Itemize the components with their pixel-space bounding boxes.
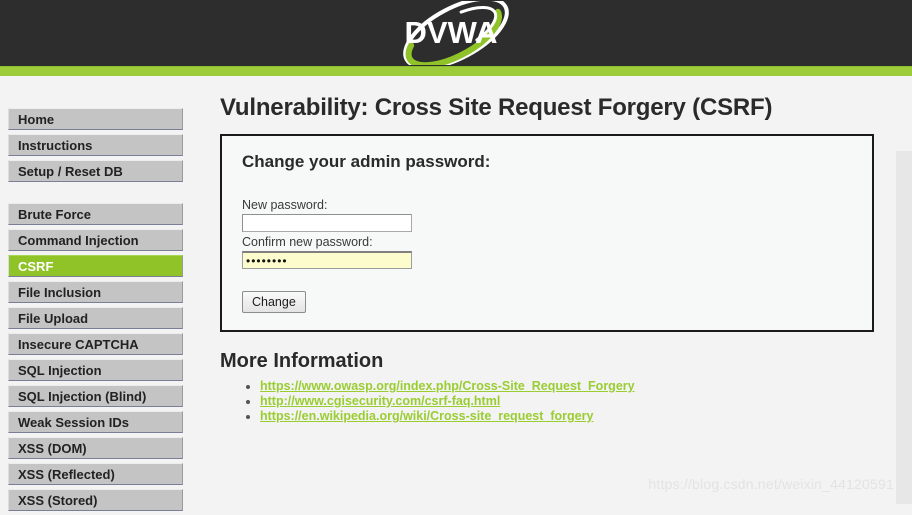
logo-container: DVWA	[0, 0, 912, 66]
more-information-heading: More Information	[220, 350, 384, 372]
sidebar-item-sql-injection[interactable]: SQL Injection	[8, 359, 183, 381]
sidebar-group-general: Home Instructions Setup / Reset DB	[8, 108, 183, 182]
page-title: Vulnerability: Cross Site Request Forger…	[220, 94, 773, 121]
sidebar-item-file-upload[interactable]: File Upload	[8, 307, 183, 329]
sidebar-nav: Home Instructions Setup / Reset DB Brute…	[8, 108, 183, 515]
sidebar-item-xss-stored[interactable]: XSS (Stored)	[8, 489, 183, 511]
page-scrollbar[interactable]	[896, 151, 912, 504]
sidebar-item-home[interactable]: Home	[8, 108, 183, 130]
change-password-form: New password: Confirm new password: Chan…	[240, 198, 854, 313]
link-owasp-csrf[interactable]: https://www.owasp.org/index.php/Cross-Si…	[260, 379, 635, 393]
sidebar-item-sql-injection-blind[interactable]: SQL Injection (Blind)	[8, 385, 183, 407]
logo-wordmark: DVWA	[405, 15, 498, 50]
list-item: http://www.cgisecurity.com/csrf-faq.html	[260, 394, 874, 408]
form-heading: Change your admin password:	[242, 152, 491, 171]
confirm-password-input[interactable]	[242, 251, 412, 269]
sidebar-item-file-inclusion[interactable]: File Inclusion	[8, 281, 183, 303]
new-password-input[interactable]	[242, 214, 412, 232]
sidebar-item-insecure-captcha[interactable]: Insecure CAPTCHA	[8, 333, 183, 355]
change-password-button[interactable]: Change	[242, 291, 306, 313]
sidebar-group-vulnerabilities: Brute Force Command Injection CSRF File …	[8, 203, 183, 511]
vulnerability-panel: Change your admin password: New password…	[220, 134, 874, 332]
sidebar-item-xss-reflected[interactable]: XSS (Reflected)	[8, 463, 183, 485]
link-cgisecurity-csrf-faq[interactable]: http://www.cgisecurity.com/csrf-faq.html	[260, 394, 500, 408]
sidebar-item-command-injection[interactable]: Command Injection	[8, 229, 183, 251]
accent-bar	[0, 66, 912, 76]
list-item: https://en.wikipedia.org/wiki/Cross-site…	[260, 409, 874, 423]
sidebar-item-setup-reset-db[interactable]: Setup / Reset DB	[8, 160, 183, 182]
sidebar-item-weak-session-ids[interactable]: Weak Session IDs	[8, 411, 183, 433]
new-password-label: New password:	[242, 198, 328, 212]
sidebar-item-instructions[interactable]: Instructions	[8, 134, 183, 156]
dvwa-logo: DVWA	[383, 1, 529, 65]
sidebar-divider	[8, 186, 183, 203]
watermark-text: https://blog.csdn.net/weixin_44120591	[648, 476, 894, 492]
main-content: Vulnerability: Cross Site Request Forger…	[220, 94, 874, 424]
link-wikipedia-csrf[interactable]: https://en.wikipedia.org/wiki/Cross-site…	[260, 409, 593, 423]
sidebar-item-brute-force[interactable]: Brute Force	[8, 203, 183, 225]
sidebar-item-xss-dom[interactable]: XSS (DOM)	[8, 437, 183, 459]
sidebar-item-csrf[interactable]: CSRF	[8, 255, 183, 277]
list-item: https://www.owasp.org/index.php/Cross-Si…	[260, 379, 874, 393]
page-body: Home Instructions Setup / Reset DB Brute…	[0, 76, 912, 511]
site-header: DVWA	[0, 0, 912, 66]
confirm-password-label: Confirm new password:	[242, 235, 373, 249]
more-information-links: https://www.owasp.org/index.php/Cross-Si…	[220, 379, 874, 423]
